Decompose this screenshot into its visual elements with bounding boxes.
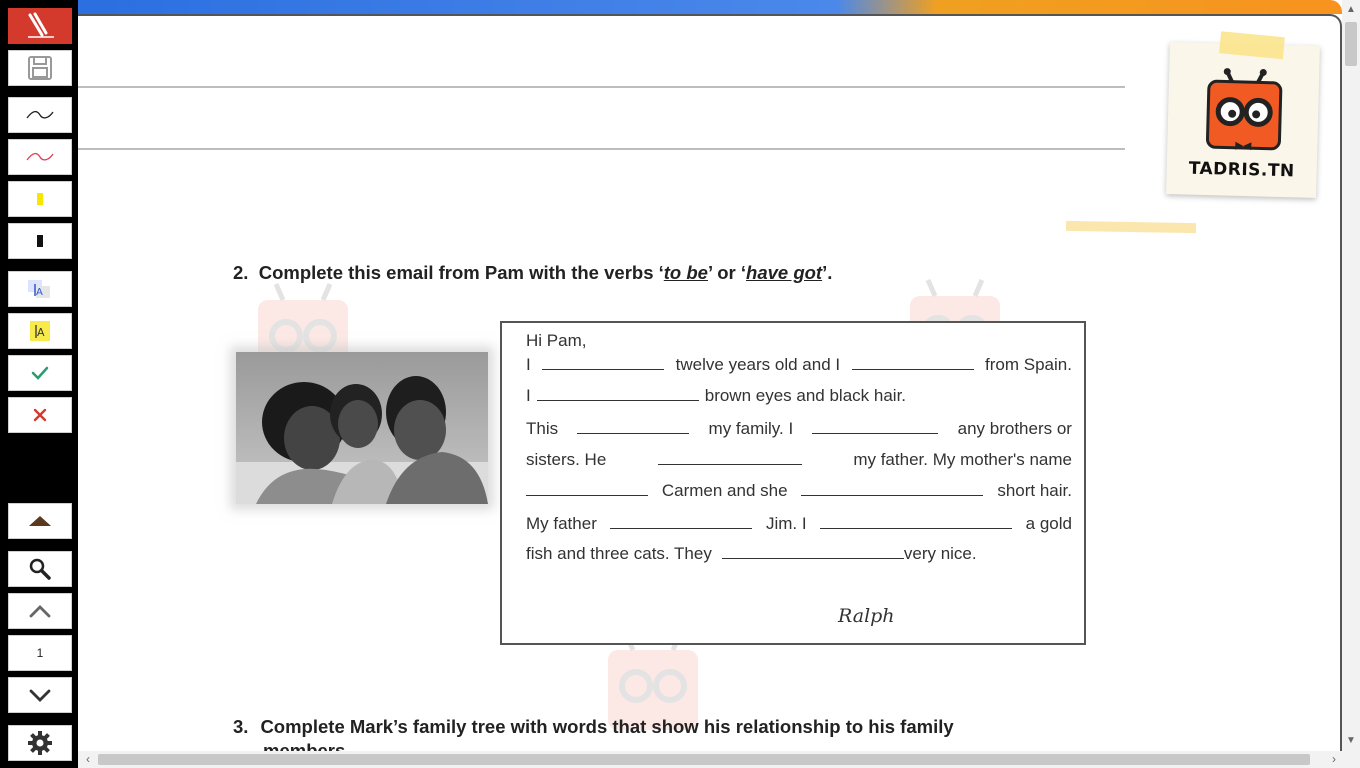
check-icon <box>31 366 49 380</box>
chevron-down-icon <box>29 689 51 702</box>
exercise-number: 3. <box>233 716 249 737</box>
blank-4[interactable] <box>577 420 690 434</box>
email-line-1: I twelve years old and I from Spain. <box>526 355 1072 374</box>
blank-8[interactable] <box>801 482 984 496</box>
window-top-bar <box>78 0 1342 14</box>
previous-page-button[interactable] <box>8 593 72 629</box>
family-photo <box>236 352 488 504</box>
vertical-scrollbar[interactable]: ▲ ▼ <box>1342 0 1360 751</box>
page-number-field[interactable]: 1 <box>8 635 72 671</box>
blank-1[interactable] <box>542 356 665 370</box>
highlight-text-button[interactable]: A <box>8 313 72 349</box>
first-page-button[interactable] <box>8 503 72 539</box>
verb-to-be: to be <box>663 262 708 283</box>
document-viewer: TADRIS.TN 2. Complete this email from Pa… <box>78 0 1360 768</box>
triangle-up-icon <box>29 516 51 526</box>
blank-5[interactable] <box>812 420 939 434</box>
tadris-logo-sticker: TADRIS.TN <box>1166 31 1320 198</box>
email-box: Hi Pam, I twelve years old and I from Sp… <box>500 321 1086 645</box>
scroll-up-arrow-icon[interactable]: ▲ <box>1342 2 1360 18</box>
confirm-button[interactable] <box>8 355 72 391</box>
answer-line <box>78 148 1125 150</box>
svg-text:A: A <box>37 326 45 339</box>
email-line-7: fish and three cats. They very nice. <box>526 544 977 563</box>
page-number: 1 <box>36 646 44 660</box>
email-signature: Ralph <box>838 605 895 627</box>
yellow-highlighter-button[interactable] <box>8 181 72 217</box>
settings-button[interactable] <box>8 725 72 761</box>
blank-9[interactable] <box>610 515 753 529</box>
email-greeting: Hi Pam, <box>526 331 587 350</box>
scroll-left-arrow-icon[interactable]: ‹ <box>80 751 96 768</box>
family-photo-image <box>236 352 488 504</box>
yellow-marker-icon <box>37 193 43 205</box>
email-line-4: sisters. He my father. My mother's name <box>526 450 1072 469</box>
black-highlighter-button[interactable] <box>8 223 72 259</box>
search-button[interactable] <box>8 551 72 587</box>
answer-line <box>78 86 1125 88</box>
blank-11[interactable] <box>721 545 904 559</box>
pen-icon <box>28 12 54 38</box>
exercise-3-heading-continued: members. <box>263 740 351 751</box>
horizontal-scroll-thumb[interactable] <box>98 754 1310 765</box>
robot-logo-icon <box>1205 68 1283 151</box>
next-page-button[interactable] <box>8 677 72 713</box>
blank-10[interactable] <box>820 515 1013 529</box>
red-stroke-icon <box>26 152 54 161</box>
scroll-down-arrow-icon[interactable]: ▼ <box>1342 733 1360 749</box>
chevron-up-icon <box>29 605 51 618</box>
blank-3[interactable] <box>536 387 699 401</box>
blank-6[interactable] <box>657 451 802 465</box>
cancel-button[interactable] <box>8 397 72 433</box>
vertical-scroll-thumb[interactable] <box>1345 22 1357 66</box>
email-line-5: Carmen and she short hair. <box>526 481 1072 501</box>
highlight-text-icon: A <box>30 321 50 341</box>
tape-strip <box>1219 31 1285 60</box>
blank-7[interactable] <box>526 482 648 496</box>
scroll-right-arrow-icon[interactable]: › <box>1326 751 1342 768</box>
blank-2[interactable] <box>851 356 974 370</box>
logo-brand-text: TADRIS.TN <box>1188 158 1295 182</box>
search-icon <box>29 558 51 580</box>
svg-text:A: A <box>36 287 43 298</box>
email-line-3: This my family. I any brothers or <box>526 419 1072 438</box>
black-marker-icon <box>37 235 43 247</box>
horizontal-scrollbar[interactable]: ‹ › <box>78 751 1360 768</box>
save-button[interactable] <box>8 50 72 86</box>
exercise-3-heading: 3. Complete Mark’s family tree with word… <box>233 716 954 737</box>
exercise-number: 2. <box>233 262 249 283</box>
floppy-disk-icon <box>28 56 52 80</box>
exercise-2-heading: 2. Complete this email from Pam with the… <box>233 262 833 283</box>
text-tool-button[interactable]: A <box>8 271 72 307</box>
verb-have-got: have got <box>746 262 823 283</box>
email-line-2: I brown eyes and black hair. <box>526 386 907 405</box>
pen-tool-button[interactable] <box>8 8 72 44</box>
black-pen-button[interactable] <box>8 97 72 133</box>
close-icon <box>33 408 47 422</box>
document-page: TADRIS.TN 2. Complete this email from Pa… <box>78 14 1342 751</box>
left-toolbar: A A 1 <box>0 0 78 768</box>
gear-icon <box>28 731 52 755</box>
black-stroke-icon <box>26 110 54 119</box>
tape-strip <box>1065 220 1197 234</box>
email-line-6: My father Jim. I a gold <box>526 514 1072 533</box>
red-pen-button[interactable] <box>8 139 72 175</box>
text-cursor-icon: A <box>28 280 50 298</box>
